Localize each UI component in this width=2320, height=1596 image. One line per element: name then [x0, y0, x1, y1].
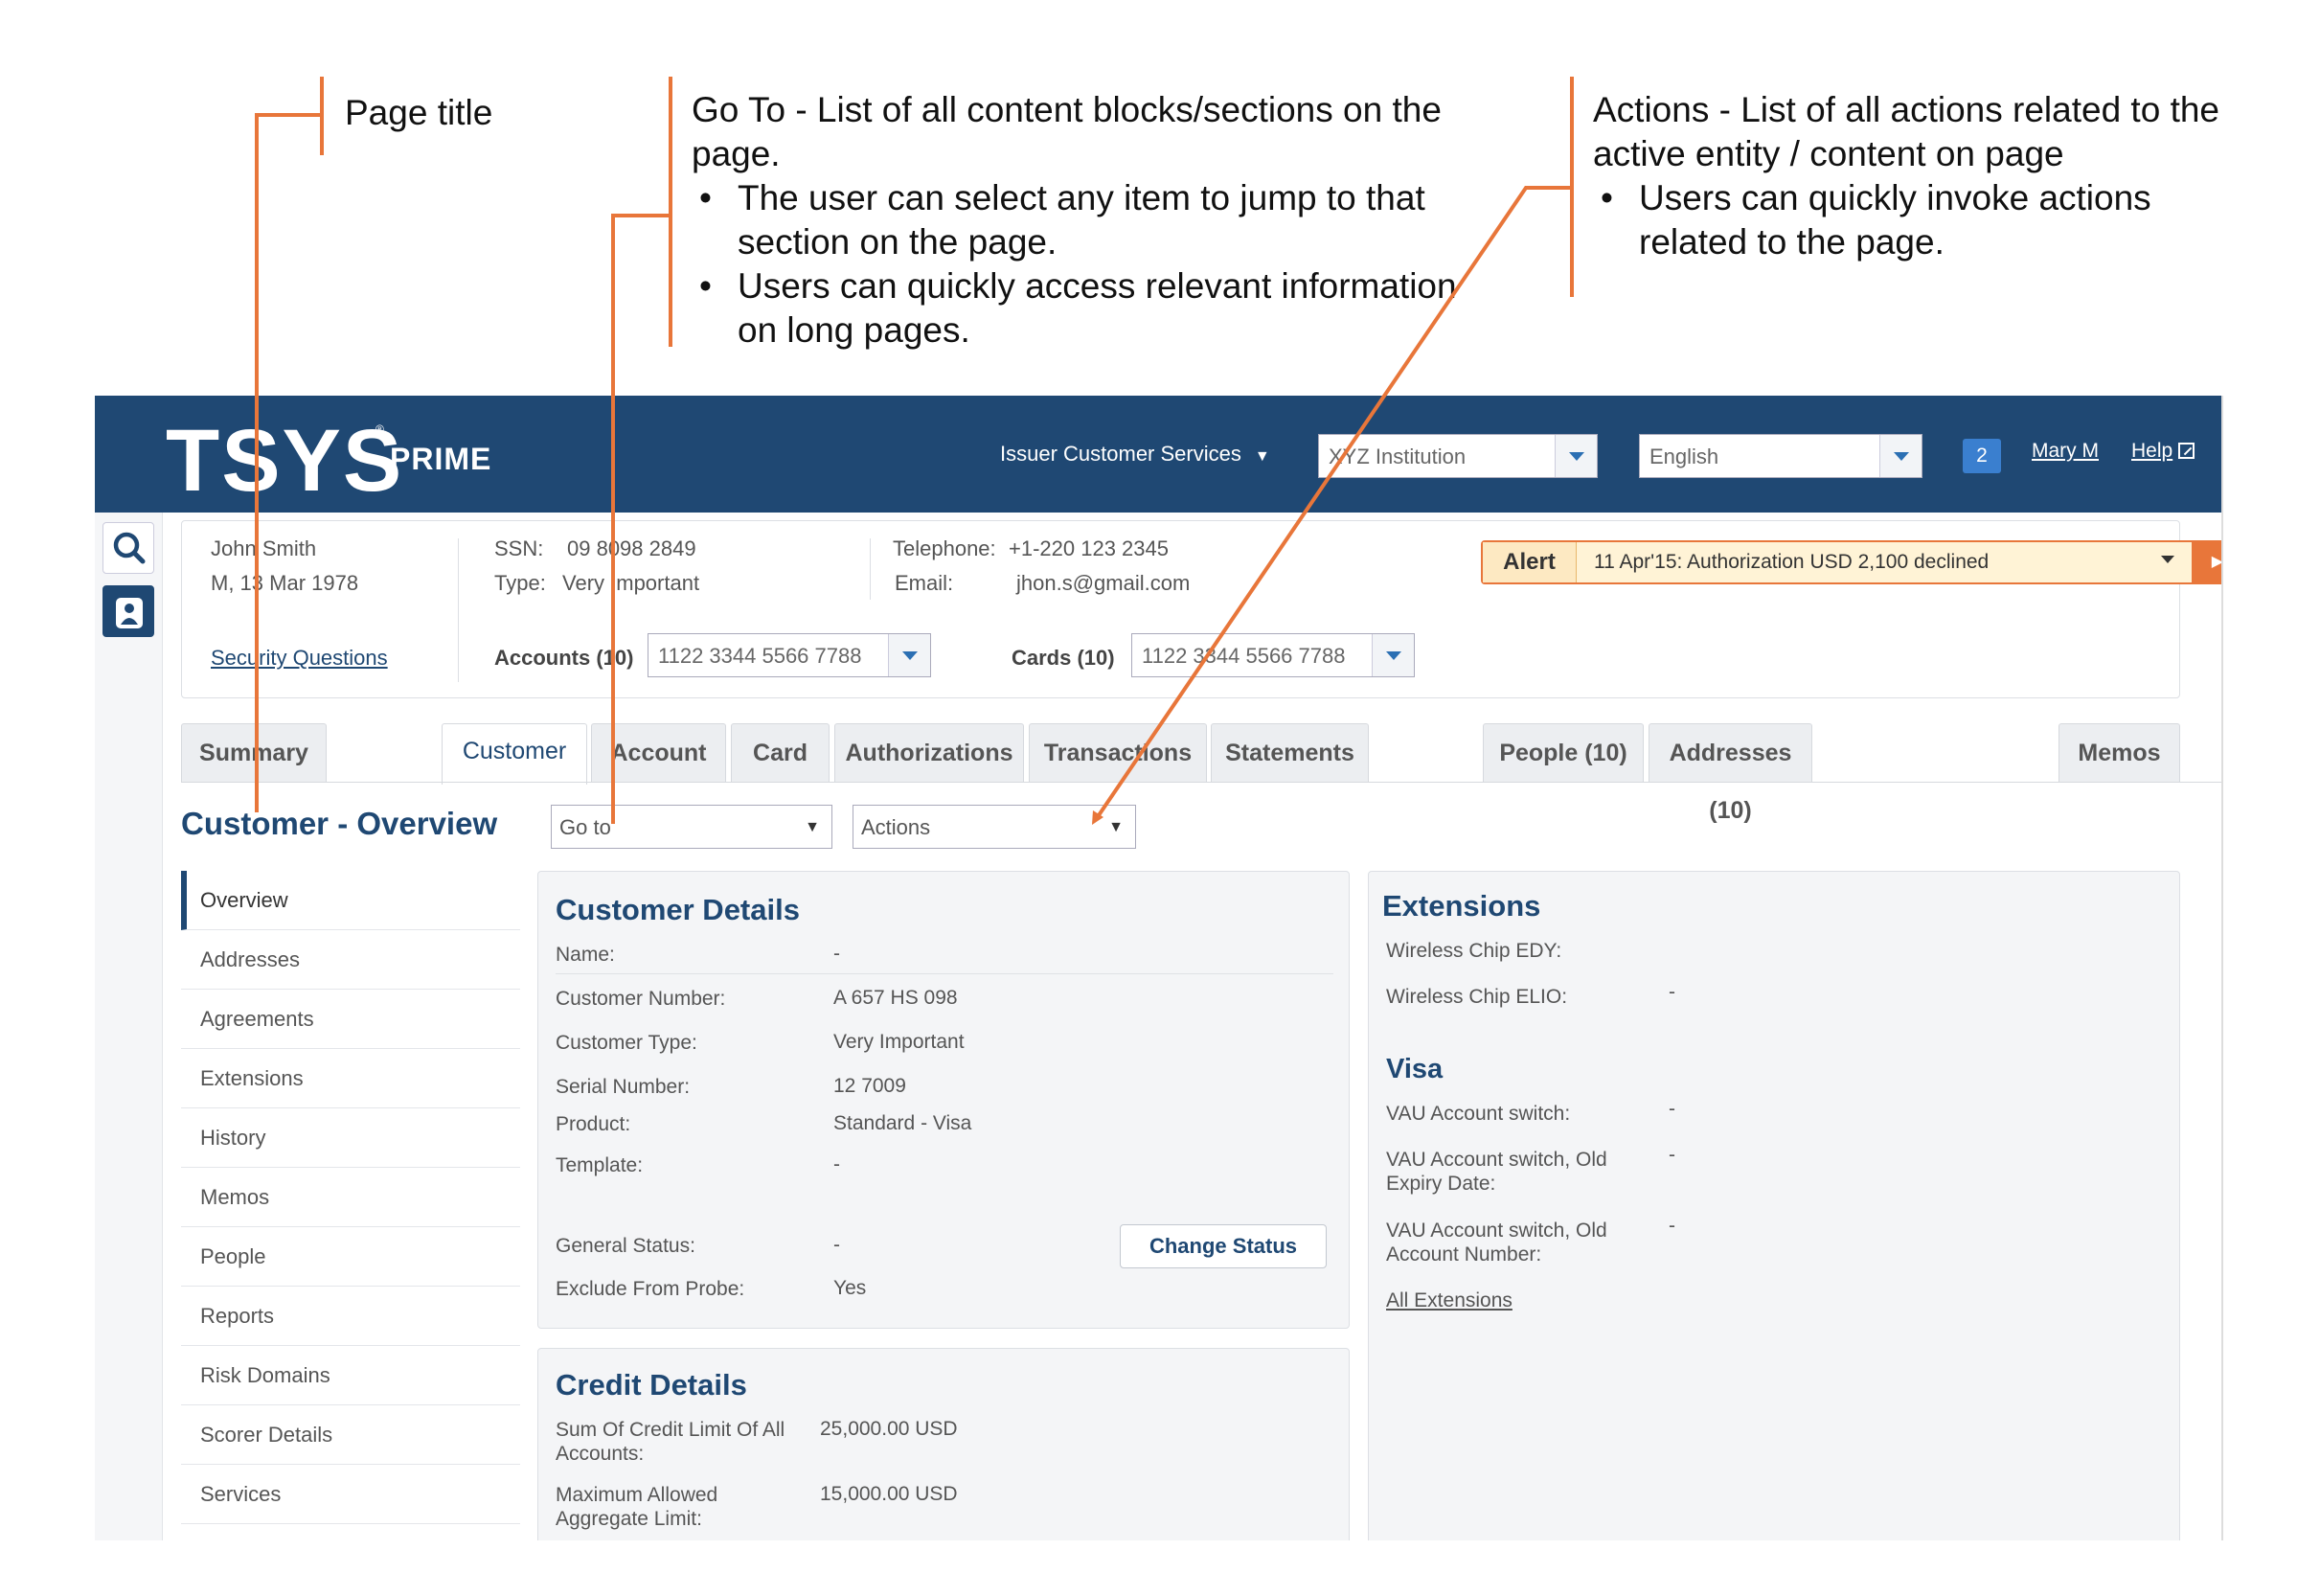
annotation-callout-lines	[255, 113, 1570, 825]
callout-line-page-title	[255, 113, 320, 812]
callout-line-goto	[611, 214, 669, 824]
callout-line-actions	[1095, 186, 1570, 820]
